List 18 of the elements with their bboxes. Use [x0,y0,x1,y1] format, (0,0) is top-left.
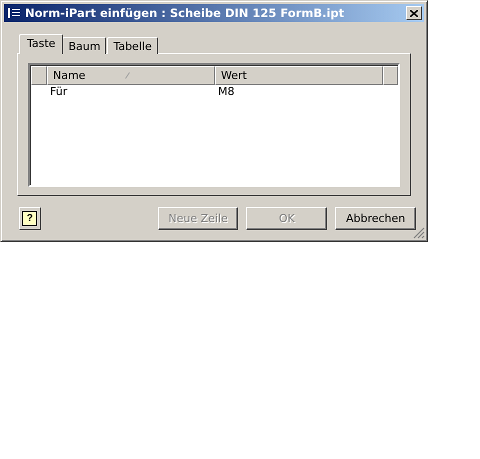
resize-grip-icon[interactable] [413,227,425,239]
tab[interactable]: Taste [19,34,64,54]
column-header[interactable] [31,66,47,85]
table-cell-text: M8 [217,85,236,98]
close-button[interactable] [406,6,422,20]
close-icon [410,10,418,16]
column-header[interactable]: Wert [215,66,383,85]
tab[interactable]: Tabelle [107,37,158,54]
sort-icon [125,72,130,79]
tab[interactable]: Baum [62,37,106,54]
column-header[interactable]: Name [47,66,215,85]
app-icon [7,7,21,19]
help-button[interactable]: ? [19,207,41,230]
dialog-button[interactable]: Abbrechen [335,207,416,230]
list-row[interactable]: Für M8 [30,83,398,100]
column-header[interactable] [383,66,398,85]
table-cell-text: Für [49,85,68,98]
window-title: Norm-iPart einfügen : Scheibe DIN 125 FormB.ipt [25,6,346,20]
